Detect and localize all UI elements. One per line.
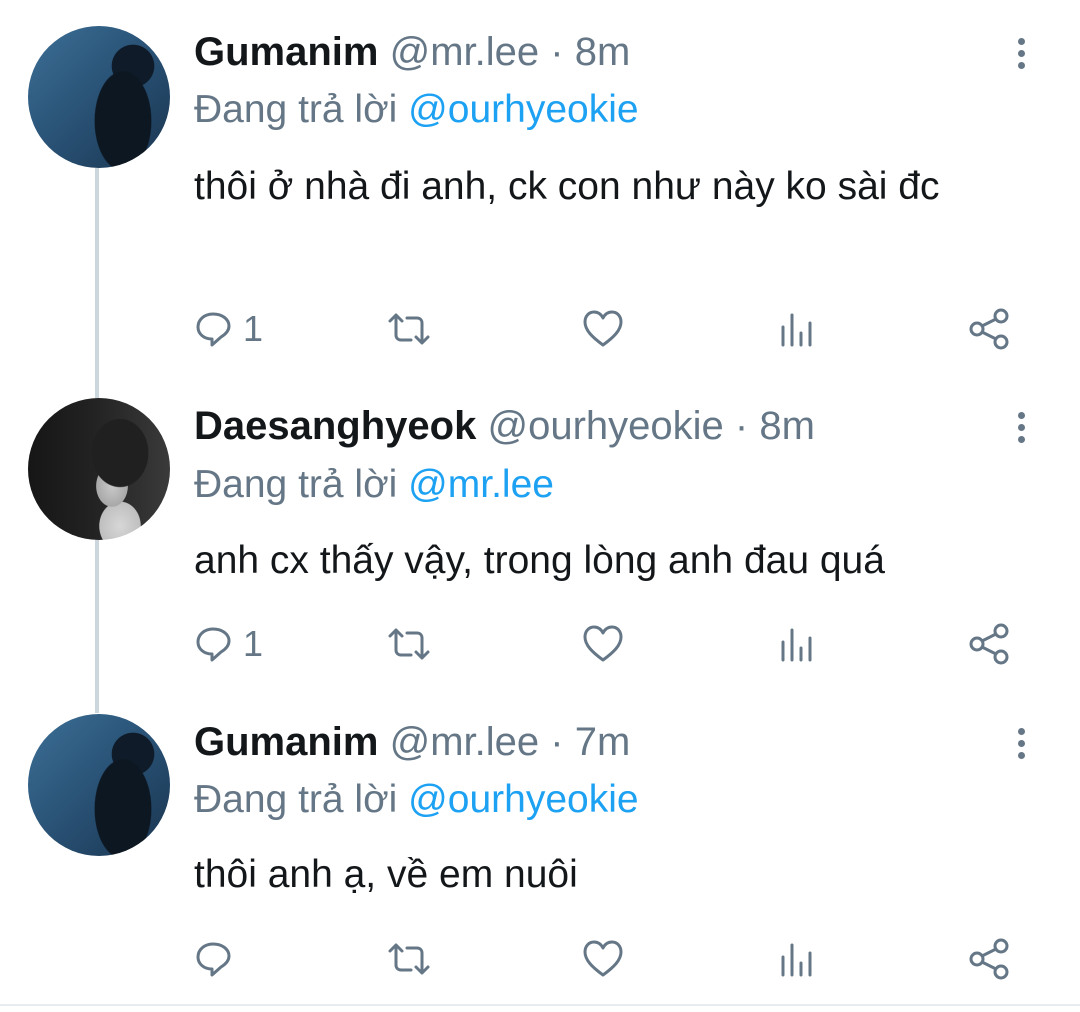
like-button[interactable] [582, 305, 624, 353]
share-icon [969, 938, 1009, 980]
analytics-button[interactable] [778, 620, 814, 668]
timestamp[interactable]: 8m [759, 404, 815, 448]
tweet-header: Gumanim @mr.lee · 7m [194, 716, 630, 768]
heart-icon [583, 940, 623, 977]
tweet-text: anh cx thấy vậy, trong lòng anh đau quá [194, 539, 885, 582]
tweet-3[interactable]: Gumanim @mr.lee · 7m Đang trả lời @ourhy… [0, 700, 1080, 1004]
tweet-actions: 1 [0, 305, 1080, 353]
replying-to-label: Đang trả lời [194, 88, 398, 131]
display-name[interactable]: Daesanghyeok [194, 404, 476, 448]
like-button[interactable] [582, 935, 624, 983]
mention-link[interactable]: @mr.lee [408, 463, 554, 506]
replying-to: Đang trả lời @mr.lee [194, 463, 554, 507]
retweet-button[interactable] [386, 935, 432, 983]
reply-icon [196, 942, 231, 977]
user-handle[interactable]: @ourhyeokie [487, 404, 723, 448]
avatar[interactable] [28, 398, 170, 540]
tweet-actions [0, 935, 1080, 983]
mention-link[interactable]: @ourhyeokie [408, 778, 638, 821]
reply-count: 1 [243, 623, 264, 664]
analytics-icon [781, 313, 812, 347]
reply-icon [196, 627, 231, 662]
mention-link[interactable]: @ourhyeokie [408, 88, 638, 131]
analytics-button[interactable] [778, 305, 814, 353]
heart-icon [583, 625, 623, 662]
avatar[interactable] [28, 26, 170, 168]
more-vertical-icon[interactable] [1011, 38, 1031, 78]
retweet-icon [388, 628, 430, 660]
reply-button[interactable]: 1 [193, 305, 263, 353]
reply-button[interactable]: 1 [193, 620, 263, 668]
tweet-1[interactable]: Gumanim @mr.lee · 8m Đang trả lời @ourhy… [0, 0, 1080, 380]
retweet-button[interactable] [386, 620, 432, 668]
separator-dot: · [550, 720, 564, 764]
share-button[interactable] [967, 305, 1011, 353]
replying-to: Đang trả lời @ourhyeokie [194, 778, 639, 822]
timestamp[interactable]: 7m [575, 720, 631, 764]
display-name[interactable]: Gumanim [194, 30, 378, 74]
replying-to: Đang trả lời @ourhyeokie [194, 88, 639, 132]
tweet-header: Daesanghyeok @ourhyeokie · 8m [194, 400, 815, 452]
analytics-icon [781, 943, 812, 977]
reply-icon [196, 312, 231, 347]
timestamp[interactable]: 8m [575, 30, 631, 74]
like-button[interactable] [582, 620, 624, 668]
display-name[interactable]: Gumanim [194, 720, 378, 764]
more-vertical-icon[interactable] [1011, 728, 1031, 768]
more-vertical-icon[interactable] [1011, 412, 1031, 452]
tweet-header: Gumanim @mr.lee · 8m [194, 26, 630, 78]
tweet-actions: 1 [0, 620, 1080, 668]
separator-dot: · [550, 30, 564, 74]
separator-dot: · [734, 404, 749, 448]
tweet-text: thôi ở nhà đi anh, ck con như này ko sài… [194, 165, 940, 208]
retweet-icon [388, 943, 430, 975]
share-icon [969, 308, 1009, 350]
avatar[interactable] [28, 714, 170, 856]
share-button[interactable] [967, 935, 1011, 983]
retweet-icon [388, 313, 430, 345]
share-icon [969, 623, 1009, 665]
user-handle[interactable]: @mr.lee [390, 720, 540, 764]
tweet-text: thôi anh ạ, về em nuôi [194, 853, 578, 896]
replying-to-label: Đang trả lời [194, 778, 398, 821]
analytics-icon [781, 628, 812, 662]
tweet-2[interactable]: Daesanghyeok @ourhyeokie · 8m Đang trả l… [0, 380, 1080, 700]
heart-icon [583, 310, 623, 347]
user-handle[interactable]: @mr.lee [390, 30, 540, 74]
analytics-button[interactable] [778, 935, 814, 983]
share-button[interactable] [967, 620, 1011, 668]
reply-button[interactable] [193, 935, 243, 983]
retweet-button[interactable] [386, 305, 432, 353]
replying-to-label: Đang trả lời [194, 463, 398, 506]
reply-count: 1 [243, 308, 264, 349]
divider [0, 1004, 1080, 1006]
